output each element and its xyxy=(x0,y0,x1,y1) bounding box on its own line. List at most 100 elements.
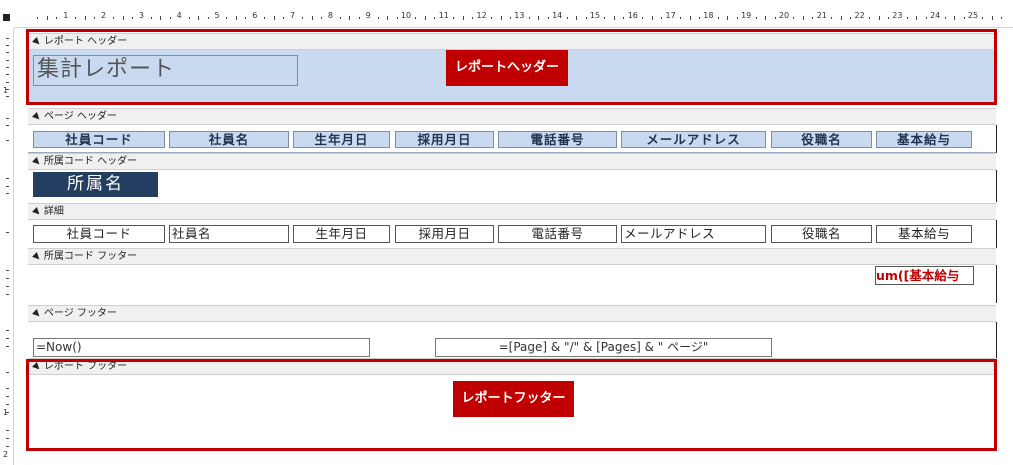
ruler-tick xyxy=(169,17,171,19)
ruler-tick xyxy=(226,17,228,19)
ruler-number: 6 xyxy=(252,11,258,20)
detail-field-employee-code[interactable]: 社員コード xyxy=(33,225,165,243)
section-bar-group-header[interactable]: ▼所属コード ヘッダー xyxy=(28,153,996,170)
detail-field-email[interactable]: メールアドレス xyxy=(621,225,766,243)
section-label: 所属コード フッター xyxy=(43,251,138,262)
ruler-tick xyxy=(6,52,9,53)
ruler-tick xyxy=(160,16,162,20)
ruler-tick xyxy=(6,338,9,339)
department-name-field[interactable]: 所属名 xyxy=(33,172,158,197)
ruler-tick xyxy=(311,16,313,20)
ruler-number: 7 xyxy=(290,11,296,20)
section-bar-detail[interactable]: ▼詳細 xyxy=(28,203,996,220)
section-label: ページ フッター xyxy=(43,308,117,319)
ruler-tick xyxy=(6,45,9,46)
header-label-hire-date[interactable]: 採用月日 xyxy=(395,131,494,148)
ruler-number: 21 xyxy=(816,11,827,20)
ruler-number: 12 xyxy=(476,11,487,20)
ruler-tick xyxy=(6,82,9,83)
section-body-group-header[interactable] xyxy=(28,170,996,202)
ruler-tick xyxy=(75,17,77,19)
ruler-tick xyxy=(6,446,9,447)
ruler-tick xyxy=(339,17,341,19)
ruler-tick xyxy=(585,17,587,19)
ruler-tick xyxy=(131,17,133,19)
ruler-tick xyxy=(6,38,9,39)
ruler-number: 18 xyxy=(703,11,714,20)
horizontal-ruler[interactable]: 1 2 3 4 5 6 7 8 9 10 11 12 13 14 15 16 17 18 19 20 21 22 23 24 2… xyxy=(14,8,1013,28)
section-body-group-footer[interactable] xyxy=(28,265,996,303)
page-number-field[interactable]: =[Page] & "/" & [Pages] & " ページ" xyxy=(435,338,772,357)
ruler-tick xyxy=(6,346,9,347)
ruler-tick xyxy=(869,17,871,19)
ruler-tick xyxy=(576,16,578,20)
ruler-number: 19 xyxy=(741,11,752,20)
ruler-tick xyxy=(415,17,417,19)
vertical-ruler[interactable]: 1 1 2 xyxy=(0,28,14,465)
ruler-number: 25 xyxy=(967,11,979,20)
ruler-tick xyxy=(613,16,615,20)
header-label-employee-name[interactable]: 社員名 xyxy=(169,131,289,148)
section-label: ページ ヘッダー xyxy=(43,111,117,122)
ruler-tick xyxy=(500,16,502,20)
ruler-tick xyxy=(6,140,9,141)
ruler-tick xyxy=(765,16,767,20)
ruler-tick xyxy=(831,17,833,19)
section-bar-page-header[interactable]: ▼ページ ヘッダー xyxy=(28,108,996,125)
detail-field-hire-date[interactable]: 採用月日 xyxy=(395,225,494,243)
ruler-tick xyxy=(878,16,880,20)
ruler-tick xyxy=(491,17,493,19)
ruler-tick xyxy=(6,438,9,439)
section-bar-page-footer[interactable]: ▼ページ フッター xyxy=(28,305,996,322)
now-date-field[interactable]: =Now() xyxy=(33,338,370,357)
ruler-tick xyxy=(472,17,474,19)
ruler-number: 1 xyxy=(63,11,69,20)
report-right-edge xyxy=(996,322,997,358)
ruler-number: 8 xyxy=(327,11,333,20)
detail-field-salary[interactable]: 基本給与 xyxy=(876,225,972,243)
ruler-tick xyxy=(538,16,540,20)
salary-sum-field[interactable]: um([基本給与 xyxy=(875,266,974,285)
ruler-tick xyxy=(528,17,530,19)
header-label-salary[interactable]: 基本給与 xyxy=(876,131,972,148)
header-label-email[interactable]: メールアドレス xyxy=(621,131,766,148)
report-header-callout: レポートヘッダー xyxy=(446,50,568,86)
ruler-tick xyxy=(547,17,549,19)
ruler-tick xyxy=(6,372,9,373)
ruler-tick xyxy=(462,16,464,20)
section-label: 所属コード ヘッダー xyxy=(43,156,138,167)
ruler-tick xyxy=(698,17,700,19)
section-bar-group-footer[interactable]: ▼所属コード フッター xyxy=(28,248,996,265)
ruler-tick xyxy=(916,16,918,20)
ruler-number: 3 xyxy=(138,11,144,20)
ruler-tick xyxy=(755,17,757,19)
ruler-number: 20 xyxy=(778,11,790,20)
detail-field-employee-name[interactable]: 社員名 xyxy=(169,225,289,243)
vruler-number: 2 xyxy=(3,450,9,459)
ruler-tick xyxy=(6,330,9,331)
ruler-tick xyxy=(387,16,389,20)
report-right-edge xyxy=(996,125,997,153)
ruler-tick xyxy=(245,17,247,19)
ruler-number: 11 xyxy=(438,11,449,20)
ruler-tick xyxy=(944,17,946,19)
ruler-tick xyxy=(6,118,9,119)
header-label-employee-code[interactable]: 社員コード xyxy=(33,131,165,148)
header-label-phone[interactable]: 電話番号 xyxy=(498,131,617,148)
ruler-tick xyxy=(982,17,984,19)
section-arrow-icon: ▼ xyxy=(31,156,44,169)
detail-field-birthdate[interactable]: 生年月日 xyxy=(293,225,390,243)
ruler-tick xyxy=(273,16,275,20)
header-label-position[interactable]: 役職名 xyxy=(771,131,872,148)
ruler-tick xyxy=(509,17,511,19)
ruler-corner-button[interactable] xyxy=(0,8,14,28)
ruler-tick xyxy=(6,430,9,431)
ruler-tick xyxy=(689,16,691,20)
header-label-birthdate[interactable]: 生年月日 xyxy=(293,131,390,148)
detail-field-position[interactable]: 役職名 xyxy=(771,225,872,243)
ruler-tick xyxy=(661,17,663,19)
ruler-tick xyxy=(840,16,842,20)
ruler-tick xyxy=(887,17,889,19)
ruler-tick xyxy=(802,16,804,20)
detail-field-phone[interactable]: 電話番号 xyxy=(498,225,617,243)
